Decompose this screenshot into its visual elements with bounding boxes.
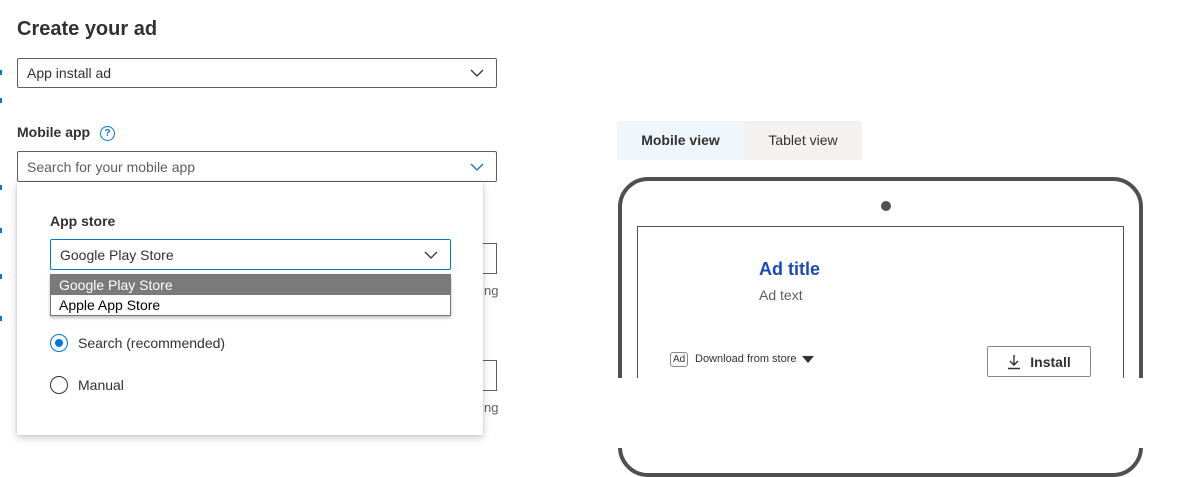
tab-tablet-view[interactable]: Tablet view [744,121,862,160]
app-store-option-apple[interactable]: Apple App Store [51,295,450,315]
download-from-store: Download from store [695,353,814,365]
edge-mark [0,228,2,233]
chevron-down-icon [470,69,484,77]
edge-mark [0,274,2,279]
caret-down-icon [801,355,814,363]
edge-mark [0,316,2,321]
radio-manual-label: Manual [78,377,124,393]
preview-crop [600,378,1187,448]
app-store-select[interactable]: Google Play Store [50,239,451,270]
edge-mark [0,98,2,103]
ad-type-value: App install ad [27,65,112,81]
install-button: Install [987,346,1091,377]
ad-text: Ad text [759,287,803,303]
truncated-text: ng [484,283,499,298]
app-store-option-google-play[interactable]: Google Play Store [51,275,450,295]
mobile-app-search-placeholder: Search for your mobile app [27,158,196,175]
mobile-app-search-input[interactable]: Search for your mobile app [17,151,497,182]
ad-type-select[interactable]: App install ad [17,58,497,88]
app-store-label: App store [50,213,116,229]
chevron-down-icon [470,163,484,171]
truncated-text: ng [484,400,499,415]
radio-manual[interactable] [50,376,68,394]
chevron-down-icon [424,251,438,259]
radio-manual-row[interactable]: Manual [50,376,124,394]
install-label: Install [1030,353,1071,370]
radio-search-row[interactable]: Search (recommended) [50,334,225,352]
radio-search-label: Search (recommended) [78,335,226,351]
edge-mark [0,70,2,75]
download-label: Download from store [695,353,797,365]
help-icon[interactable]: ? [100,126,116,141]
camera-dot [881,201,891,211]
edge-mark [0,185,2,190]
mobile-app-label: Mobile app [17,124,91,140]
radio-search[interactable] [50,334,68,352]
mobile-app-label-row: Mobile app ? [17,124,116,141]
download-arrow-icon [1008,354,1021,369]
app-store-selected-value: Google Play Store [60,246,174,263]
tab-mobile-view[interactable]: Mobile view [617,121,744,160]
page-title: Create your ad [17,18,158,40]
app-store-options-list: Google Play Store Apple App Store [50,274,451,316]
ad-badge: Ad [670,352,689,367]
ad-title: Ad title [759,259,820,279]
